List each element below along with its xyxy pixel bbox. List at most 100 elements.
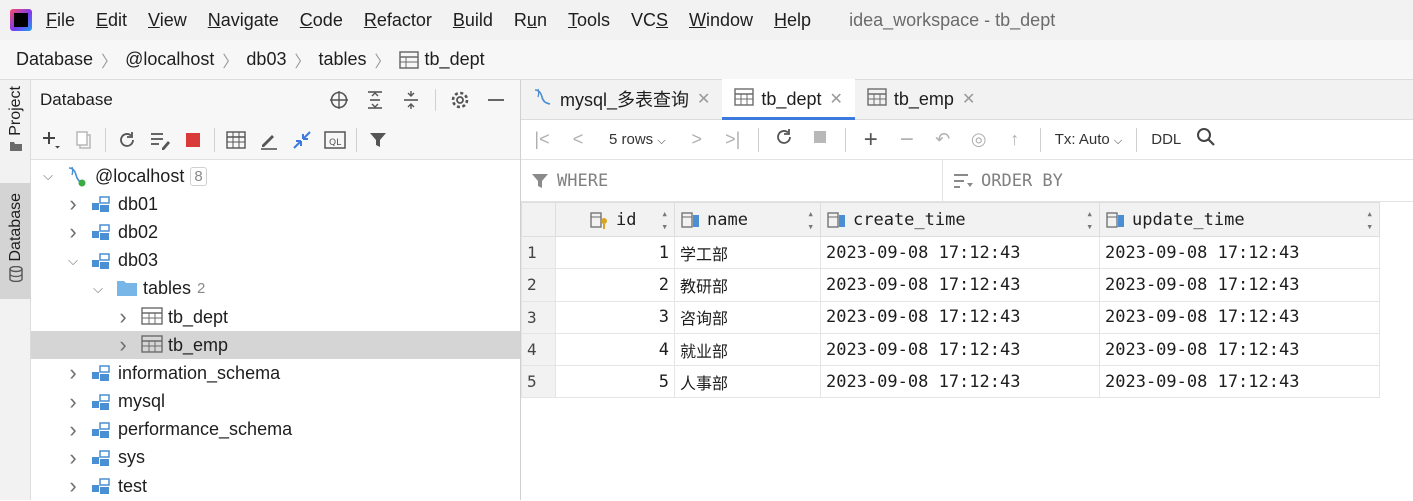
tree-item-information-schema[interactable]: › information_schema xyxy=(31,359,520,387)
menu-file[interactable]: File xyxy=(46,10,75,31)
cell-update-time[interactable]: 2023-09-08 17:12:43 xyxy=(1099,332,1380,367)
cell-update-time[interactable]: 2023-09-08 17:12:43 xyxy=(1099,268,1380,302)
sort-icon[interactable]: ▴ ▾ xyxy=(807,207,814,233)
cell-name[interactable]: 就业部 xyxy=(674,332,821,367)
menu-help[interactable]: Help xyxy=(774,10,811,31)
add-row-icon[interactable]: + xyxy=(860,126,882,154)
table-row[interactable]: 5 5 人事部 2023-09-08 17:12:43 2023-09-08 17:12… xyxy=(521,365,1380,399)
breadcrumb-tables[interactable]: tables xyxy=(318,49,366,70)
transaction-mode-select[interactable]: Tx: Auto ⌵ xyxy=(1055,131,1123,148)
chevron-right-icon[interactable]: › xyxy=(65,445,81,471)
cell-name[interactable]: 人事部 xyxy=(674,365,821,399)
column-header-name[interactable]: name ▴ ▾ xyxy=(674,202,821,237)
breadcrumb-database[interactable]: Database xyxy=(16,49,93,70)
tree-item-tb-dept[interactable]: › tb_dept xyxy=(31,303,520,331)
cell-create-time[interactable]: 2023-09-08 17:12:43 xyxy=(820,235,1100,270)
sort-icon[interactable]: ▴ ▾ xyxy=(661,207,668,233)
chevron-right-icon[interactable]: › xyxy=(65,360,81,386)
refresh-icon[interactable] xyxy=(115,128,139,152)
table-row[interactable]: 4 4 就业部 2023-09-08 17:12:43 2023-09-08 17:12… xyxy=(521,332,1380,367)
next-page-icon[interactable]: > xyxy=(686,129,708,150)
tree-item-mysql[interactable]: › mysql xyxy=(31,388,520,416)
menu-vcs[interactable]: VCS xyxy=(631,10,668,31)
breadcrumb-tb-dept[interactable]: tb_dept xyxy=(398,49,485,70)
crosshair-icon[interactable] xyxy=(327,88,351,112)
database-tool-button[interactable]: Database xyxy=(0,183,31,299)
close-icon[interactable]: ✕ xyxy=(829,89,842,109)
tree-item-sys[interactable]: › sys xyxy=(31,444,520,472)
order-by-input[interactable]: ORDER BY xyxy=(943,171,1063,191)
chevron-right-icon[interactable]: › xyxy=(65,219,81,245)
schema-settings-icon[interactable] xyxy=(148,128,172,152)
cell-create-time[interactable]: 2023-09-08 17:12:43 xyxy=(820,365,1100,399)
cell-create-time[interactable]: 2023-09-08 17:12:43 xyxy=(820,268,1100,302)
menu-view[interactable]: View xyxy=(148,10,187,31)
tree-item-db02[interactable]: › db02 xyxy=(31,218,520,246)
cell-update-time[interactable]: 2023-09-08 17:12:43 xyxy=(1099,365,1380,399)
cell-id[interactable]: 3 xyxy=(555,300,675,334)
menu-window[interactable]: Window xyxy=(689,10,753,31)
where-filter-input[interactable]: WHERE xyxy=(521,159,943,202)
copy-icon[interactable] xyxy=(72,128,96,152)
chevron-down-icon[interactable]: ⌵ xyxy=(65,253,81,269)
sort-icon[interactable]: ▴ ▾ xyxy=(1366,207,1373,233)
menu-build[interactable]: Build xyxy=(453,10,493,31)
column-header-update-time[interactable]: update_time ▴ ▾ xyxy=(1099,202,1380,237)
breadcrumb-localhost[interactable]: @localhost xyxy=(125,49,214,70)
tree-item-test[interactable]: › test xyxy=(31,472,520,500)
collapse-all-icon[interactable] xyxy=(399,88,423,112)
ddl-button[interactable]: DDL xyxy=(1151,131,1181,148)
table-view-icon[interactable] xyxy=(224,128,248,152)
chevron-right-icon[interactable]: › xyxy=(65,389,81,415)
cell-id[interactable]: 2 xyxy=(555,268,675,302)
add-icon[interactable] xyxy=(39,128,63,152)
tree-item-tb-emp[interactable]: › tb_emp xyxy=(31,331,520,360)
query-console-icon[interactable]: QL xyxy=(323,128,347,152)
menu-edit[interactable]: Edit xyxy=(96,10,127,31)
tab-mysql[interactable]: mysql_多表查询 ✕ xyxy=(521,79,722,119)
chevron-down-icon[interactable]: ⌵ xyxy=(40,168,56,184)
cell-create-time[interactable]: 2023-09-08 17:12:43 xyxy=(820,300,1100,334)
close-icon[interactable]: ✕ xyxy=(962,89,975,109)
cell-name[interactable]: 咨询部 xyxy=(674,300,821,334)
cell-id[interactable]: 4 xyxy=(555,332,675,367)
chevron-right-icon[interactable]: › xyxy=(115,332,131,358)
cell-name[interactable]: 学工部 xyxy=(674,235,821,270)
sort-icon[interactable]: ▴ ▾ xyxy=(1086,207,1093,233)
last-page-icon[interactable]: >| xyxy=(722,129,744,150)
cell-id[interactable]: 1 xyxy=(555,235,675,270)
cell-create-time[interactable]: 2023-09-08 17:12:43 xyxy=(820,332,1100,367)
table-row[interactable]: 1 1 学工部 2023-09-08 17:12:43 2023-09-08 17:12… xyxy=(521,235,1380,270)
chevron-right-icon[interactable]: › xyxy=(65,191,81,217)
tab-tb-dept[interactable]: tb_dept ✕ xyxy=(722,79,856,120)
tree-item-db03[interactable]: ⌵ db03 xyxy=(31,247,520,275)
project-tool-button[interactable]: Project xyxy=(0,86,31,176)
tree-item-tables[interactable]: ⌵ tables 2 xyxy=(31,275,520,303)
menu-navigate[interactable]: Navigate xyxy=(208,10,279,31)
refresh-icon[interactable] xyxy=(773,127,795,152)
edit-pencil-icon[interactable] xyxy=(257,128,281,152)
previous-page-icon[interactable]: < xyxy=(567,129,589,150)
menu-tools[interactable]: Tools xyxy=(568,10,610,31)
preview-icon[interactable]: ◎ xyxy=(968,129,990,150)
chevron-right-icon[interactable]: › xyxy=(65,473,81,499)
rows-select[interactable]: 5 rows ⌵ xyxy=(609,131,666,148)
submit-icon[interactable]: ↑ xyxy=(1004,129,1026,150)
cell-id[interactable]: 5 xyxy=(555,365,675,399)
menu-run[interactable]: Run xyxy=(514,10,547,31)
tree-item-localhost[interactable]: ⌵ @localhost 8 xyxy=(31,162,520,190)
tree-item-performance-schema[interactable]: › performance_schema xyxy=(31,416,520,444)
chevron-right-icon[interactable]: › xyxy=(115,304,131,330)
filter-icon[interactable] xyxy=(366,128,390,152)
cell-update-time[interactable]: 2023-09-08 17:12:43 xyxy=(1099,235,1380,270)
delete-row-icon[interactable]: − xyxy=(896,126,918,154)
table-row[interactable]: 2 2 教研部 2023-09-08 17:12:43 2023-09-08 17:12… xyxy=(521,268,1380,302)
tab-tb-emp[interactable]: tb_emp ✕ xyxy=(855,79,987,119)
stop-icon[interactable] xyxy=(181,128,205,152)
jump-to-source-icon[interactable] xyxy=(290,128,314,152)
tree-item-db01[interactable]: › db01 xyxy=(31,190,520,218)
expand-all-icon[interactable] xyxy=(363,88,387,112)
column-header-create-time[interactable]: create_time ▴ ▾ xyxy=(820,202,1100,237)
table-row[interactable]: 3 3 咨询部 2023-09-08 17:12:43 2023-09-08 17:12… xyxy=(521,300,1380,334)
revert-icon[interactable]: ↶ xyxy=(932,129,954,150)
